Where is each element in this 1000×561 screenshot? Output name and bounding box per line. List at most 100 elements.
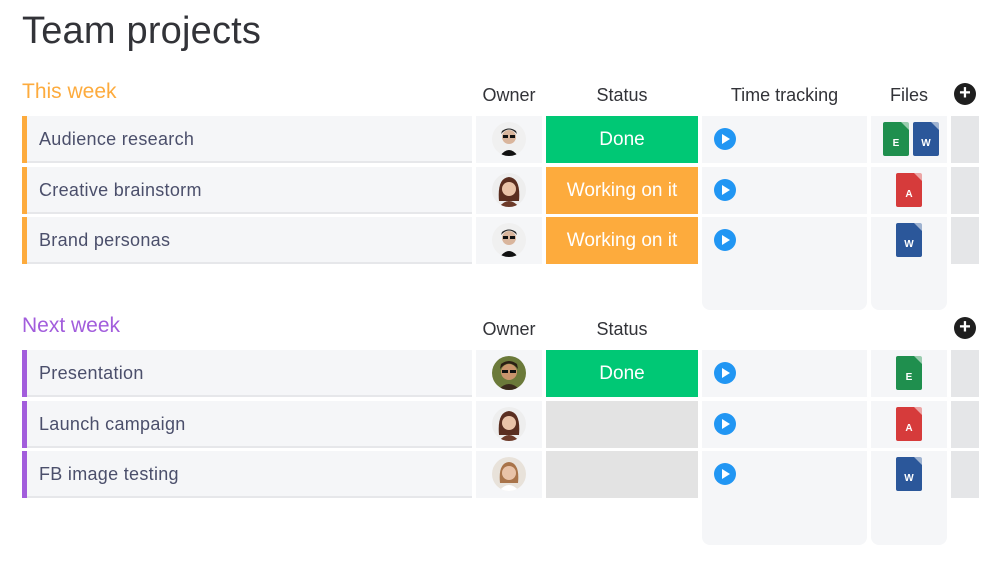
time-tracking-column-panel — [702, 264, 867, 310]
time-tracking-cell — [702, 116, 867, 163]
file-type-letter: A — [905, 189, 913, 200]
table-row[interactable]: Creative brainstorm Working on it A — [22, 167, 982, 214]
add-column-icon[interactable]: + — [954, 317, 976, 339]
column-header-time-tracking[interactable]: Time tracking — [702, 85, 867, 106]
item-name[interactable]: Presentation — [39, 363, 144, 384]
acrobat-file-icon[interactable]: A — [896, 173, 922, 207]
column-header-status[interactable]: Status — [546, 85, 698, 106]
row-divider — [27, 446, 472, 448]
empty-column-cell[interactable] — [951, 451, 979, 498]
acrobat-file-icon[interactable]: A — [896, 407, 922, 441]
column-header-files[interactable]: Files — [871, 85, 947, 106]
play-icon[interactable] — [714, 229, 736, 251]
empty-column-cell[interactable] — [951, 167, 979, 214]
row-divider — [27, 262, 472, 264]
file-type-letter: E — [905, 372, 913, 383]
status-cell[interactable]: Working on it — [546, 217, 698, 264]
empty-column-cell[interactable] — [951, 350, 979, 397]
status-cell[interactable]: Working on it — [546, 167, 698, 214]
file-type-letter: W — [904, 473, 914, 484]
time-tracking-cell — [702, 451, 867, 498]
empty-column-cell[interactable] — [951, 217, 979, 264]
owner-cell[interactable] — [476, 217, 542, 264]
files-cell: A — [871, 167, 947, 214]
avatar[interactable] — [492, 173, 526, 207]
item-name[interactable]: FB image testing — [39, 464, 179, 485]
column-header-status[interactable]: Status — [546, 319, 698, 340]
file-type-letter: A — [905, 423, 913, 434]
row-divider — [27, 212, 472, 214]
item-name-cell[interactable]: Brand personas — [22, 217, 472, 264]
time-tracking-column-panel — [702, 498, 867, 545]
owner-cell[interactable] — [476, 116, 542, 163]
time-tracking-cell — [702, 350, 867, 397]
item-name-cell[interactable]: Launch campaign — [22, 401, 472, 448]
item-name[interactable]: Launch campaign — [39, 414, 186, 435]
status-cell[interactable]: Done — [546, 350, 698, 397]
item-name-cell[interactable]: Audience research — [22, 116, 472, 163]
files-column-panel — [871, 264, 947, 310]
play-icon[interactable] — [714, 362, 736, 384]
page-fold — [914, 407, 922, 415]
empty-column-cell[interactable] — [951, 116, 979, 163]
table-row[interactable]: FB image testing W — [22, 451, 982, 498]
files-column-panel — [871, 498, 947, 545]
avatar[interactable] — [492, 457, 526, 491]
play-icon[interactable] — [714, 413, 736, 435]
excel-file-icon[interactable]: E — [896, 356, 922, 390]
file-type-letter: W — [921, 138, 931, 149]
avatar[interactable] — [492, 356, 526, 390]
table-row[interactable]: Launch campaign A — [22, 401, 982, 448]
group-title[interactable]: This week — [22, 80, 117, 104]
page-fold — [914, 173, 922, 181]
add-column-icon[interactable]: + — [954, 83, 976, 105]
time-tracking-cell — [702, 217, 867, 264]
item-name-cell[interactable]: Creative brainstorm — [22, 167, 472, 214]
status-cell[interactable] — [546, 401, 698, 448]
row-divider — [27, 496, 472, 498]
files-cell: W — [871, 451, 947, 498]
row-divider — [27, 395, 472, 397]
word-file-icon[interactable]: W — [896, 223, 922, 257]
avatar[interactable] — [492, 223, 526, 257]
play-icon[interactable] — [714, 179, 736, 201]
owner-cell[interactable] — [476, 401, 542, 448]
play-icon[interactable] — [714, 463, 736, 485]
owner-cell[interactable] — [476, 451, 542, 498]
item-name[interactable]: Brand personas — [39, 230, 170, 251]
column-header-owner[interactable]: Owner — [476, 319, 542, 340]
files-cell: E — [871, 350, 947, 397]
excel-file-icon[interactable]: E — [883, 122, 909, 156]
item-name-cell[interactable]: FB image testing — [22, 451, 472, 498]
avatar[interactable] — [492, 407, 526, 441]
page-fold — [914, 223, 922, 231]
word-file-icon[interactable]: W — [896, 457, 922, 491]
empty-column-cell[interactable] — [951, 401, 979, 448]
page-fold — [931, 122, 939, 130]
status-cell[interactable] — [546, 451, 698, 498]
column-header-owner[interactable]: Owner — [476, 85, 542, 106]
time-tracking-cell — [702, 401, 867, 448]
files-cell: EW — [871, 116, 947, 163]
table-row[interactable]: Audience research Done E W — [22, 116, 982, 163]
play-icon[interactable] — [714, 128, 736, 150]
table-row[interactable]: Brand personas Working on it W — [22, 217, 982, 264]
table-row[interactable]: Presentation Done E — [22, 350, 982, 397]
page-fold — [901, 122, 909, 130]
group-title[interactable]: Next week — [22, 314, 120, 338]
owner-cell[interactable] — [476, 167, 542, 214]
page-fold — [914, 356, 922, 364]
avatar[interactable] — [492, 122, 526, 156]
files-cell: A — [871, 401, 947, 448]
item-name[interactable]: Creative brainstorm — [39, 180, 202, 201]
row-divider — [27, 161, 472, 163]
word-file-icon[interactable]: W — [913, 122, 939, 156]
item-name-cell[interactable]: Presentation — [22, 350, 472, 397]
time-tracking-cell — [702, 167, 867, 214]
file-type-letter: E — [892, 138, 900, 149]
item-name[interactable]: Audience research — [39, 129, 194, 150]
status-cell[interactable]: Done — [546, 116, 698, 163]
page-fold — [914, 457, 922, 465]
files-cell: W — [871, 217, 947, 264]
owner-cell[interactable] — [476, 350, 542, 397]
